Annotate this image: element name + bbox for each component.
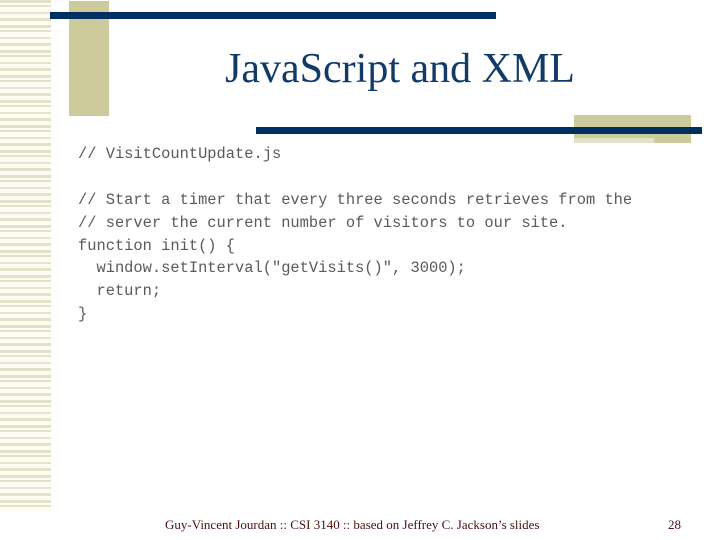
code-block: // VisitCountUpdate.js // Start a timer t…: [78, 143, 632, 326]
code-line: window.setInterval("getVisits()", 3000);: [78, 259, 466, 278]
code-line: // server the current number of visitors…: [78, 213, 568, 232]
code-line: }: [78, 305, 88, 324]
code-line: // Start a timer that every three second…: [78, 190, 633, 209]
slide-title: JavaScript and XML: [225, 46, 575, 92]
code-line: return;: [78, 282, 162, 301]
page-number: 28: [668, 517, 681, 532]
code-line: // VisitCountUpdate.js: [78, 145, 282, 163]
slide-footer: Guy-Vincent Jourdan :: CSI 3140 :: based…: [165, 517, 540, 532]
code-line: function init() {: [78, 236, 236, 255]
decorative-navy-bar-mid: [256, 127, 702, 134]
decorative-navy-bar-top: [50, 12, 496, 19]
decorative-stripes: [0, 0, 51, 512]
